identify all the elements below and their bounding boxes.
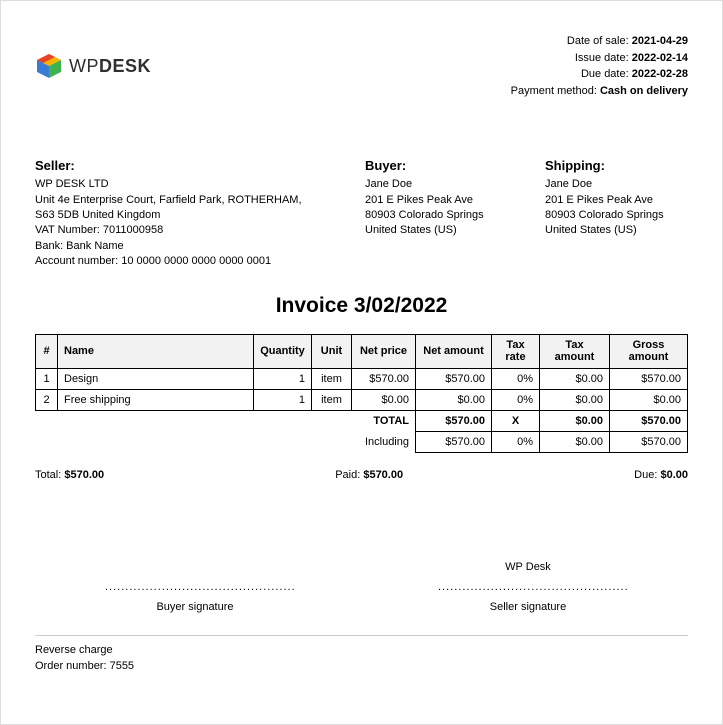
col-netamount: Net amount (416, 334, 492, 368)
date-of-sale: 2021-04-29 (632, 35, 688, 47)
logo-desk: DESK (99, 56, 151, 76)
signatures: ........................................… (35, 561, 688, 613)
col-netprice: Net price (352, 334, 416, 368)
buyer-signature-label: Buyer signature (105, 601, 285, 613)
including-label: Including (352, 431, 416, 452)
table-header-row: # Name Quantity Unit Net price Net amoun… (36, 334, 688, 368)
due-value: $0.00 (660, 469, 688, 481)
seller-name: WP DESK LTD (35, 177, 355, 192)
seller-addr1: Unit 4e Enterprise Court, Farfield Park,… (35, 193, 355, 208)
paid-label: Paid: (335, 469, 360, 481)
total-value: $570.00 (64, 469, 104, 481)
seller-name-above-line: WP Desk (438, 561, 618, 575)
cell-num: 2 (36, 389, 58, 410)
buyer-name: Jane Doe (365, 177, 535, 192)
cell-netprice: $0.00 (352, 389, 416, 410)
issue-date-label: Issue date: (575, 52, 629, 64)
col-gross: Gross amount (610, 334, 688, 368)
total-gross: $570.00 (610, 410, 688, 431)
seller-signature-label: Seller signature (438, 601, 618, 613)
col-taxrate: Tax rate (492, 334, 540, 368)
seller-vat: VAT Number: 7011000958 (35, 223, 355, 238)
footnote-reverse-charge: Reverse charge (35, 642, 688, 659)
col-qty: Quantity (254, 334, 312, 368)
total-taxamount: $0.00 (540, 410, 610, 431)
cell-netamount: $0.00 (416, 389, 492, 410)
cell-gross: $0.00 (610, 389, 688, 410)
col-unit: Unit (312, 334, 352, 368)
logo-text: WPDESK (69, 56, 151, 77)
cell-num: 1 (36, 368, 58, 389)
logo-wp: WP (69, 56, 99, 76)
cell-qty: 1 (254, 389, 312, 410)
total-taxrate: X (492, 410, 540, 431)
cell-unit: item (312, 368, 352, 389)
seller-title: Seller: (35, 157, 355, 175)
items-table: # Name Quantity Unit Net price Net amoun… (35, 334, 688, 453)
buyer-addr3: United States (US) (365, 223, 535, 238)
logo: WPDESK (35, 33, 151, 99)
wpdesk-logo-icon (35, 52, 63, 80)
invoice-meta: Date of sale: 2021-04-29 Issue date: 202… (511, 33, 688, 99)
invoice-title: Invoice 3/02/2022 (35, 294, 688, 318)
cell-name: Design (58, 368, 254, 389)
including-taxamount: $0.00 (540, 431, 610, 452)
issue-date: 2022-02-14 (632, 52, 688, 64)
seller-bank: Bank: Bank Name (35, 239, 355, 254)
due-label: Due: (634, 469, 657, 481)
shipping-addr2: 80903 Colorado Springs (545, 208, 688, 223)
payment-method: Cash on delivery (600, 85, 688, 97)
buyer-addr1: 201 E Pikes Peak Ave (365, 193, 535, 208)
footnote-order-number: Order number: 7555 (35, 658, 688, 675)
seller-block: Seller: WP DESK LTD Unit 4e Enterprise C… (35, 157, 355, 270)
due-date-label: Due date: (581, 68, 629, 80)
seller-addr2: S63 5DB United Kingdom (35, 208, 355, 223)
buyer-addr2: 80903 Colorado Springs (365, 208, 535, 223)
cell-name: Free shipping (58, 389, 254, 410)
shipping-addr3: United States (US) (545, 223, 688, 238)
payment-method-label: Payment method: (511, 85, 597, 97)
table-row: 1 Design 1 item $570.00 $570.00 0% $0.00… (36, 368, 688, 389)
parties: Seller: WP DESK LTD Unit 4e Enterprise C… (35, 157, 688, 270)
buyer-title: Buyer: (365, 157, 535, 175)
total-label: Total: (35, 469, 61, 481)
header: WPDESK Date of sale: 2021-04-29 Issue da… (35, 33, 688, 99)
col-taxamount: Tax amount (540, 334, 610, 368)
col-num: # (36, 334, 58, 368)
cell-netamount: $570.00 (416, 368, 492, 389)
including-netamount: $570.00 (416, 431, 492, 452)
dotline: ........................................… (105, 581, 285, 593)
table-including-row: Including $570.00 0% $0.00 $570.00 (36, 431, 688, 452)
table-row: 2 Free shipping 1 item $0.00 $0.00 0% $0… (36, 389, 688, 410)
due-date: 2022-02-28 (632, 68, 688, 80)
date-of-sale-label: Date of sale: (567, 35, 629, 47)
invoice-page: WPDESK Date of sale: 2021-04-29 Issue da… (0, 0, 723, 725)
paid-value: $570.00 (363, 469, 403, 481)
cell-gross: $570.00 (610, 368, 688, 389)
cell-unit: item (312, 389, 352, 410)
including-gross: $570.00 (610, 431, 688, 452)
totals-line: Total: $570.00 Paid: $570.00 Due: $0.00 (35, 469, 688, 481)
cell-taxrate: 0% (492, 368, 540, 389)
cell-qty: 1 (254, 368, 312, 389)
table-total-row: TOTAL $570.00 X $0.00 $570.00 (36, 410, 688, 431)
shipping-addr1: 201 E Pikes Peak Ave (545, 193, 688, 208)
cell-taxamount: $0.00 (540, 368, 610, 389)
cell-netprice: $570.00 (352, 368, 416, 389)
cell-taxrate: 0% (492, 389, 540, 410)
including-taxrate: 0% (492, 431, 540, 452)
total-label: TOTAL (352, 410, 416, 431)
buyer-block: Buyer: Jane Doe 201 E Pikes Peak Ave 809… (365, 157, 535, 270)
total-netamount: $570.00 (416, 410, 492, 431)
footnotes: Reverse charge Order number: 7555 (35, 635, 688, 675)
shipping-block: Shipping: Jane Doe 201 E Pikes Peak Ave … (545, 157, 688, 270)
seller-signature-block: WP Desk ................................… (438, 561, 618, 613)
col-name: Name (58, 334, 254, 368)
shipping-name: Jane Doe (545, 177, 688, 192)
buyer-signature-block: ........................................… (105, 561, 285, 613)
cell-taxamount: $0.00 (540, 389, 610, 410)
shipping-title: Shipping: (545, 157, 688, 175)
seller-account: Account number: 10 0000 0000 0000 0000 0… (35, 254, 355, 269)
dotline: ........................................… (438, 581, 618, 593)
